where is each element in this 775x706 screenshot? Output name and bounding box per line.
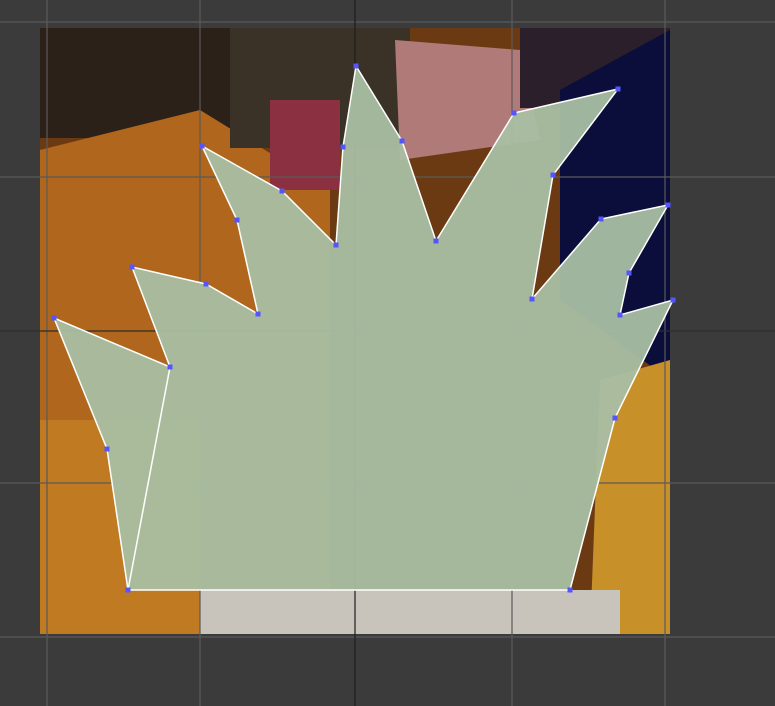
vertex-handle-icon[interactable]	[511, 110, 517, 116]
vertex-handle-icon[interactable]	[353, 63, 359, 69]
vertex-handle-icon[interactable]	[234, 217, 240, 223]
vertex-handle-icon[interactable]	[626, 270, 632, 276]
vertex-handle-icon[interactable]	[615, 86, 621, 92]
vertex-handle-icon[interactable]	[279, 188, 285, 194]
vertex-handle-icon[interactable]	[399, 138, 405, 144]
vertex-handle-icon[interactable]	[598, 216, 604, 222]
vertex-handle-icon[interactable]	[529, 296, 535, 302]
vertex-handle-icon[interactable]	[203, 281, 209, 287]
vertex-handle-icon[interactable]	[612, 415, 618, 421]
vertex-handle-icon[interactable]	[129, 264, 135, 270]
vertex-handle-icon[interactable]	[167, 364, 173, 370]
vertex-handle-icon[interactable]	[125, 587, 131, 593]
vertex-handle-icon[interactable]	[51, 315, 57, 321]
vertex-handle-icon[interactable]	[665, 202, 671, 208]
vertex-handle-icon[interactable]	[670, 297, 676, 303]
vertex-handle-icon[interactable]	[550, 172, 556, 178]
vertex-handle-icon[interactable]	[340, 144, 346, 150]
vertex-handle-icon[interactable]	[199, 143, 205, 149]
vertex-handle-icon[interactable]	[255, 311, 261, 317]
vertex-handle-icon[interactable]	[617, 312, 623, 318]
vertex-handle-icon[interactable]	[433, 238, 439, 244]
vertex-handle-icon[interactable]	[567, 587, 573, 593]
vertex-handle-icon[interactable]	[104, 446, 110, 452]
vertex-handle-icon[interactable]	[333, 242, 339, 248]
editor-canvas[interactable]	[0, 0, 775, 706]
